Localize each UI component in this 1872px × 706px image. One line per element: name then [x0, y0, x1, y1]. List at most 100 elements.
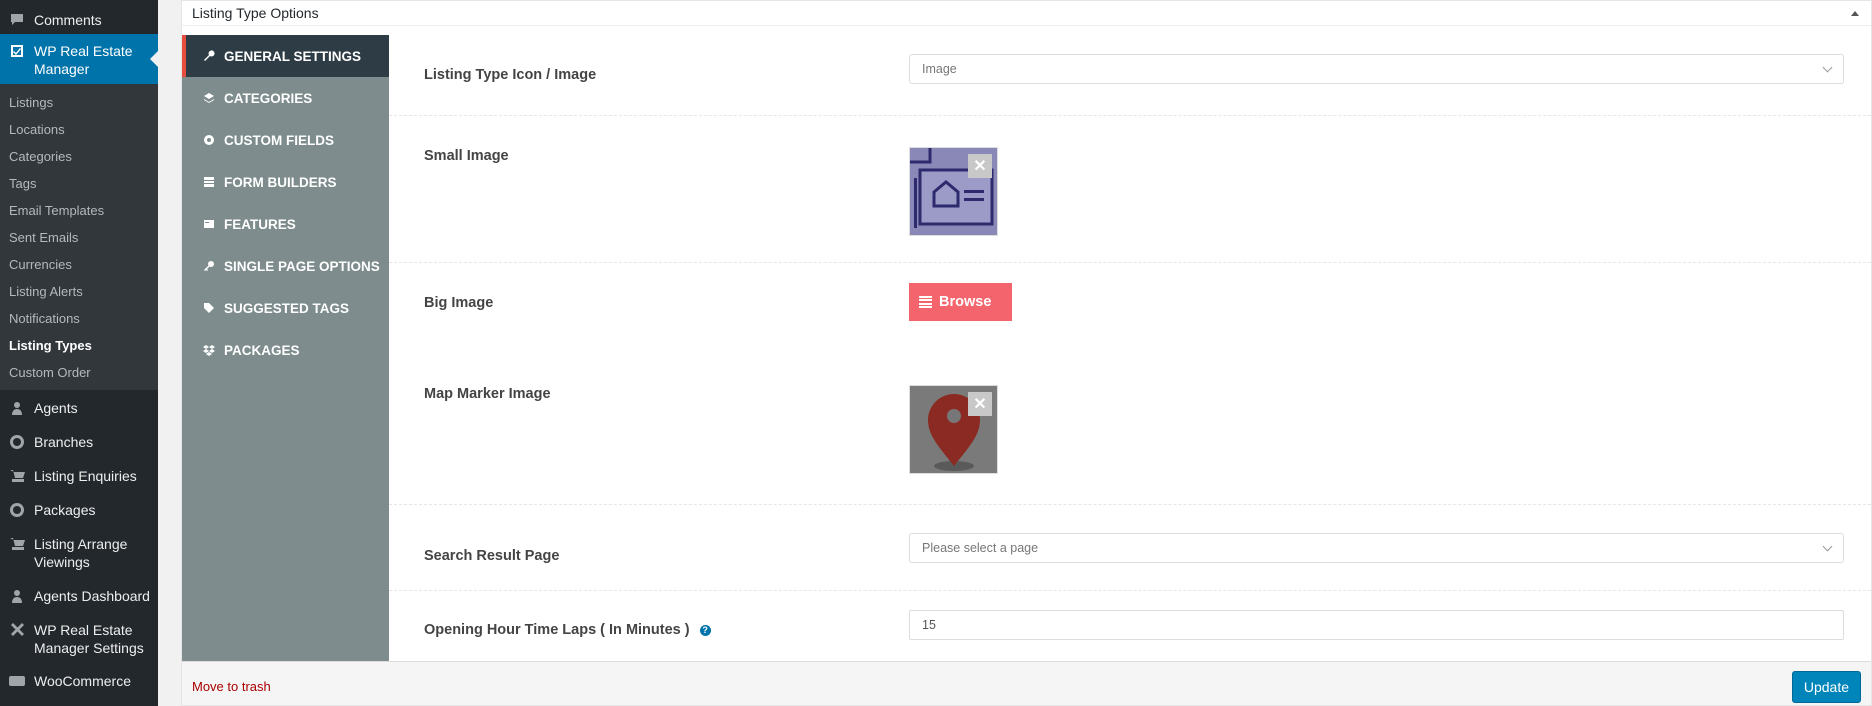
small-image-preview: ✕	[909, 147, 998, 236]
search-result-page-select[interactable]: Please select a page	[909, 533, 1844, 563]
metabox-title: Listing Type Options	[192, 5, 319, 21]
menu-agents-dashboard-label: Agents Dashboard	[34, 588, 150, 604]
menu-branches[interactable]: Branches	[0, 424, 158, 458]
menu-woocommerce[interactable]: WooCommerce	[0, 664, 158, 698]
tags-icon	[202, 301, 216, 315]
map-marker-label: Map Marker Image	[424, 386, 551, 402]
tab-label: CATEGORIES	[224, 90, 313, 106]
tab-custom-fields[interactable]: CUSTOM FIELDS	[182, 119, 389, 161]
menu-wp-real-estate-manager[interactable]: WP Real Estate Manager	[0, 34, 158, 84]
menu-agents-dashboard[interactable]: Agents Dashboard	[0, 578, 158, 612]
tab-label: SINGLE PAGE OPTIONS	[224, 258, 380, 274]
package-icon	[8, 501, 26, 519]
listing-type-options-metabox: Listing Type Options GENERAL SETTINGS CA…	[181, 0, 1872, 706]
menu-packages-label: Packages	[34, 502, 96, 518]
search-result-page-field: Please select a page	[909, 533, 1844, 563]
listing-type-icon-field: Image	[909, 54, 1844, 84]
card-icon	[202, 217, 216, 231]
browse-label: Browse	[939, 294, 992, 310]
listing-type-icon-label: Listing Type Icon / Image	[424, 67, 597, 83]
submenu-item-listing-alerts[interactable]: Listing Alerts	[0, 278, 158, 305]
woo-icon	[8, 672, 26, 690]
submenu-item-currencies[interactable]: Currencies	[0, 251, 158, 278]
remove-map-marker-button[interactable]: ✕	[968, 392, 992, 416]
menu-comments-label: Comments	[34, 12, 102, 28]
menu-listing-arrange-viewings-label: Listing Arrange Viewings	[34, 536, 128, 570]
tab-suggested-tags[interactable]: SUGGESTED TAGS	[182, 287, 389, 329]
settings-tabs: GENERAL SETTINGS CATEGORIES CUSTOM FIELD…	[182, 35, 389, 663]
tab-packages[interactable]: PACKAGES	[182, 329, 389, 371]
cart-icon	[8, 467, 26, 485]
map-marker-preview: ✕	[909, 385, 998, 474]
menu-branches-label: Branches	[34, 434, 94, 450]
dropbox-icon	[202, 343, 216, 357]
submenu-item-notifications[interactable]: Notifications	[0, 305, 158, 332]
opening-hour-input[interactable]	[909, 610, 1844, 640]
metabox-header: Listing Type Options	[182, 1, 1871, 26]
comments-icon	[8, 11, 26, 29]
submenu-item-tags[interactable]: Tags	[0, 170, 158, 197]
submenu-item-categories[interactable]: Categories	[0, 143, 158, 170]
menu-listing-arrange-viewings[interactable]: Listing Arrange Viewings	[0, 526, 158, 578]
list-icon	[919, 296, 932, 308]
submenu-item-locations[interactable]: Locations	[0, 116, 158, 143]
menu-woocommerce-label: WooCommerce	[34, 673, 131, 689]
submenu-item-sent-emails[interactable]: Sent Emails	[0, 224, 158, 251]
submenu-item-email-templates[interactable]: Email Templates	[0, 197, 158, 224]
tab-categories[interactable]: CATEGORIES	[182, 77, 389, 119]
map-marker-field: ✕	[909, 385, 1844, 474]
opening-hour-field	[909, 610, 1844, 640]
tab-general-settings[interactable]: GENERAL SETTINGS	[182, 35, 389, 77]
tools-icon	[8, 621, 26, 639]
collapse-toggle-icon[interactable]	[1851, 10, 1859, 16]
menu-agents-label: Agents	[34, 400, 78, 416]
help-icon[interactable]: ?	[699, 624, 711, 636]
menu-agents[interactable]: Agents	[0, 390, 158, 424]
submenu-item-custom-order[interactable]: Custom Order	[0, 359, 158, 386]
row-search-result-page: Search Result Page Please select a page	[389, 505, 1871, 591]
tab-features[interactable]: FEATURES	[182, 203, 389, 245]
main-content: Listing Type Options GENERAL SETTINGS CA…	[181, 0, 1872, 706]
big-image-field: Browse	[909, 283, 1844, 321]
checklist-icon	[8, 42, 26, 60]
submenu-item-listing-types[interactable]: Listing Types	[0, 332, 158, 359]
submenu: Listings Locations Categories Tags Email…	[0, 84, 158, 390]
wrench-icon	[202, 49, 216, 63]
tab-label: CUSTOM FIELDS	[224, 132, 335, 148]
chevron-down-icon	[1822, 62, 1833, 72]
tab-label: FORM BUILDERS	[224, 174, 337, 190]
settings-icon	[202, 133, 216, 147]
row-big-image: Big Image Browse	[389, 263, 1871, 358]
menu-comments[interactable]: Comments	[0, 0, 158, 34]
menu-listing-enquiries[interactable]: Listing Enquiries	[0, 458, 158, 492]
small-image-field: ✕	[909, 147, 1844, 236]
row-small-image: Small Image ✕	[389, 116, 1871, 263]
admin-sidebar: Comments WP Real Estate Manager Listings…	[0, 0, 158, 706]
row-map-marker: Map Marker Image ✕	[389, 358, 1871, 505]
layers-icon	[202, 91, 216, 105]
listing-type-icon-select[interactable]: Image	[909, 54, 1844, 84]
menu-packages[interactable]: Packages	[0, 492, 158, 526]
tab-form-builders[interactable]: FORM BUILDERS	[182, 161, 389, 203]
menu-wp-real-estate-manager-settings[interactable]: WP Real Estate Manager Settings	[0, 612, 158, 664]
tab-single-page-options[interactable]: SINGLE PAGE OPTIONS	[182, 245, 389, 287]
update-button[interactable]: Update	[1791, 671, 1861, 703]
search-result-page-label: Search Result Page	[424, 548, 560, 564]
select-value: Image	[922, 62, 957, 76]
tab-label: SUGGESTED TAGS	[224, 300, 350, 316]
agent-icon	[8, 399, 26, 417]
form-icon	[202, 175, 216, 189]
menu-listing-enquiries-label: Listing Enquiries	[34, 468, 137, 484]
publish-actions: Move to trash Update	[182, 661, 1871, 705]
tab-label: PACKAGES	[224, 342, 300, 358]
opening-hour-label-wrap: Opening Hour Time Laps ( In Minutes ) ?	[424, 622, 711, 638]
key-icon	[202, 259, 216, 273]
row-listing-type-icon: Listing Type Icon / Image Image	[389, 27, 1871, 116]
move-to-trash-link[interactable]: Move to trash	[192, 679, 271, 694]
browse-button[interactable]: Browse	[909, 283, 1013, 321]
tab-label: FEATURES	[224, 216, 296, 232]
remove-small-image-button[interactable]: ✕	[968, 154, 992, 178]
submenu-item-listings[interactable]: Listings	[0, 89, 158, 116]
small-image-label: Small Image	[424, 148, 509, 164]
row-opening-hour: Opening Hour Time Laps ( In Minutes ) ?	[389, 591, 1871, 663]
